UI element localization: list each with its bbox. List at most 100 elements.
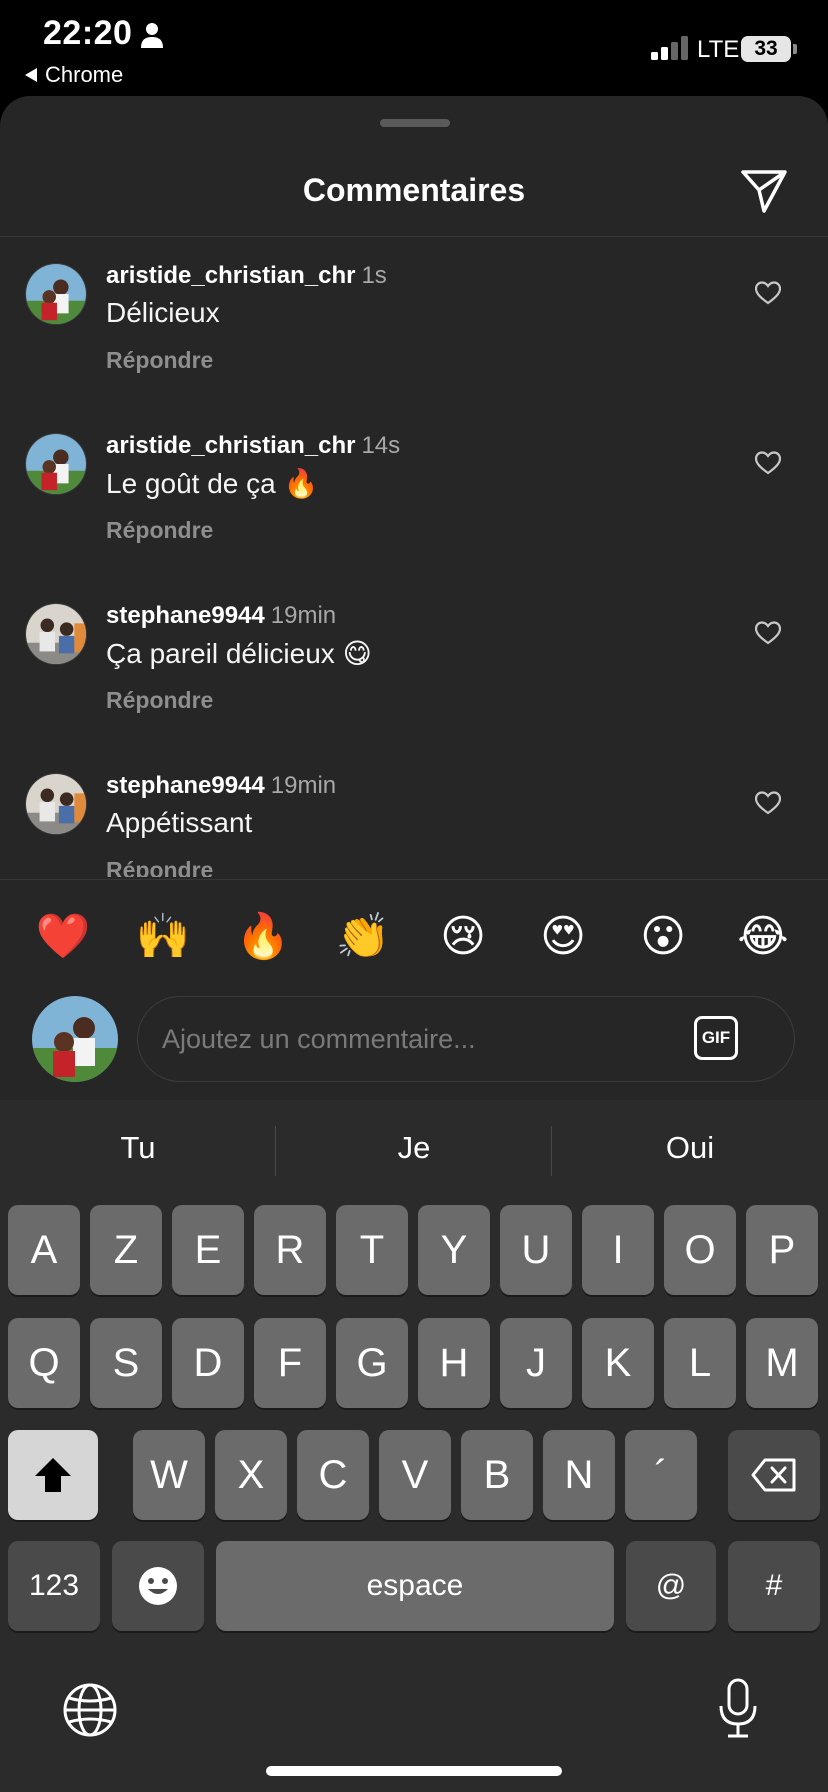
send-icon[interactable]: [740, 168, 788, 214]
comment-header: aristide_christian_chr 14s: [106, 432, 400, 460]
heart-icon[interactable]: [755, 791, 781, 815]
reply-button[interactable]: Répondre: [106, 857, 213, 877]
avatar[interactable]: [25, 263, 87, 325]
reaction-laughing[interactable]: 😂: [733, 906, 793, 966]
comment-item: stephane9944 19min Ça pareil délicieux 😋 …: [0, 577, 828, 747]
comment-header: stephane9944 19min: [106, 602, 336, 630]
sheet-grabber[interactable]: [380, 119, 450, 127]
suggestion-item[interactable]: Je: [276, 1130, 552, 1166]
backspace-key[interactable]: [728, 1430, 820, 1520]
key-k[interactable]: K: [582, 1318, 654, 1408]
sheet-title: Commentaires: [302, 172, 526, 208]
key-q[interactable]: Q: [8, 1318, 80, 1408]
shift-key[interactable]: [8, 1430, 98, 1520]
comment-header: stephane9944 19min: [106, 772, 336, 800]
key-v[interactable]: V: [379, 1430, 451, 1520]
reply-button[interactable]: Répondre: [106, 517, 213, 544]
status-time: 22:20: [43, 14, 133, 52]
reaction-crying[interactable]: 😢: [433, 906, 493, 966]
reply-button[interactable]: Répondre: [106, 687, 213, 714]
numbers-key[interactable]: 123: [8, 1541, 100, 1631]
comment-username[interactable]: stephane9944: [106, 602, 265, 629]
reaction-clap[interactable]: 👏: [333, 906, 393, 966]
emoji-key[interactable]: [112, 1541, 204, 1631]
key-g[interactable]: G: [336, 1318, 408, 1408]
back-to-app-link[interactable]: Chrome: [25, 62, 123, 88]
comment-text: Le goût de ça 🔥: [106, 468, 319, 499]
space-key[interactable]: espace: [216, 1541, 614, 1631]
home-indicator[interactable]: [266, 1766, 562, 1776]
comment-item: stephane9944 19min Appétissant Répondre: [0, 747, 828, 877]
suggestion-item[interactable]: Oui: [552, 1130, 828, 1166]
key-a[interactable]: A: [8, 1205, 80, 1295]
key-n[interactable]: N: [543, 1430, 615, 1520]
heart-icon[interactable]: [755, 451, 781, 475]
heart-icon[interactable]: [755, 621, 781, 645]
reaction-heart[interactable]: ❤️: [33, 906, 93, 966]
key-y[interactable]: Y: [418, 1205, 490, 1295]
reaction-surprised[interactable]: 😮: [633, 906, 693, 966]
avatar[interactable]: [25, 433, 87, 495]
network-type: LTE: [697, 36, 740, 63]
key-s[interactable]: S: [90, 1318, 162, 1408]
reactions-divider: [0, 879, 828, 880]
comment-item: aristide_christian_chr 1s Délicieux Répon…: [0, 237, 828, 407]
comments-list[interactable]: aristide_christian_chr 1s Délicieux Répon…: [0, 237, 828, 877]
key-c[interactable]: C: [297, 1430, 369, 1520]
reaction-bar: ❤️ 🙌 🔥 👏 😢 😍 😮 😂: [0, 906, 828, 966]
reaction-heart-eyes[interactable]: 😍: [533, 906, 593, 966]
comment-text: Appétissant: [106, 807, 253, 838]
composer-avatar: [32, 996, 118, 1082]
key-i[interactable]: I: [582, 1205, 654, 1295]
hash-key[interactable]: #: [728, 1541, 820, 1631]
key-acute-accent[interactable]: ´: [625, 1430, 697, 1520]
reaction-raised-hands[interactable]: 🙌: [133, 906, 193, 966]
comment-text: Délicieux: [106, 297, 220, 328]
microphone-icon[interactable]: [716, 1678, 760, 1740]
key-r[interactable]: R: [254, 1205, 326, 1295]
backspace-icon: [751, 1458, 796, 1492]
key-t[interactable]: T: [336, 1205, 408, 1295]
key-f[interactable]: F: [254, 1318, 326, 1408]
key-b[interactable]: B: [461, 1430, 533, 1520]
key-e[interactable]: E: [172, 1205, 244, 1295]
key-p[interactable]: P: [746, 1205, 818, 1295]
key-o[interactable]: O: [664, 1205, 736, 1295]
key-x[interactable]: X: [215, 1430, 287, 1520]
key-j[interactable]: J: [500, 1318, 572, 1408]
key-l[interactable]: L: [664, 1318, 736, 1408]
status-bar: 22:20 Chrome LTE 33: [0, 0, 828, 96]
comment-item: aristide_christian_chr 14s Le goût de ça …: [0, 407, 828, 577]
comment-header: aristide_christian_chr 1s: [106, 262, 387, 290]
reaction-fire[interactable]: 🔥: [233, 906, 293, 966]
key-u[interactable]: U: [500, 1205, 572, 1295]
at-key[interactable]: @: [626, 1541, 716, 1631]
globe-icon[interactable]: [62, 1682, 118, 1738]
back-app-label: Chrome: [45, 62, 124, 87]
key-h[interactable]: H: [418, 1318, 490, 1408]
gif-button[interactable]: GIF: [694, 1016, 738, 1060]
back-arrow-icon: [25, 68, 37, 82]
key-m[interactable]: M: [746, 1318, 818, 1408]
avatar[interactable]: [25, 603, 87, 665]
battery-level: 33: [754, 37, 778, 60]
comment-username[interactable]: aristide_christian_chr: [106, 262, 355, 289]
comment-time: 19min: [270, 772, 337, 799]
comment-username[interactable]: stephane9944: [106, 772, 265, 799]
reply-button[interactable]: Répondre: [106, 347, 213, 374]
avatar[interactable]: [25, 773, 87, 835]
comment-username[interactable]: aristide_christian_chr: [106, 432, 355, 459]
key-d[interactable]: D: [172, 1318, 244, 1408]
heart-icon[interactable]: [755, 281, 781, 305]
person-icon: [141, 23, 163, 48]
shift-icon: [35, 1458, 71, 1492]
smiley-icon: [139, 1567, 177, 1605]
key-z[interactable]: Z: [90, 1205, 162, 1295]
comment-text: Ça pareil délicieux 😋: [106, 638, 372, 669]
key-w[interactable]: W: [133, 1430, 205, 1520]
comment-time: 1s: [361, 262, 387, 289]
comment-time: 19min: [270, 602, 337, 629]
suggestion-bar: Tu Je Oui: [0, 1100, 828, 1198]
signal-icon: [651, 36, 688, 60]
suggestion-item[interactable]: Tu: [0, 1130, 276, 1166]
